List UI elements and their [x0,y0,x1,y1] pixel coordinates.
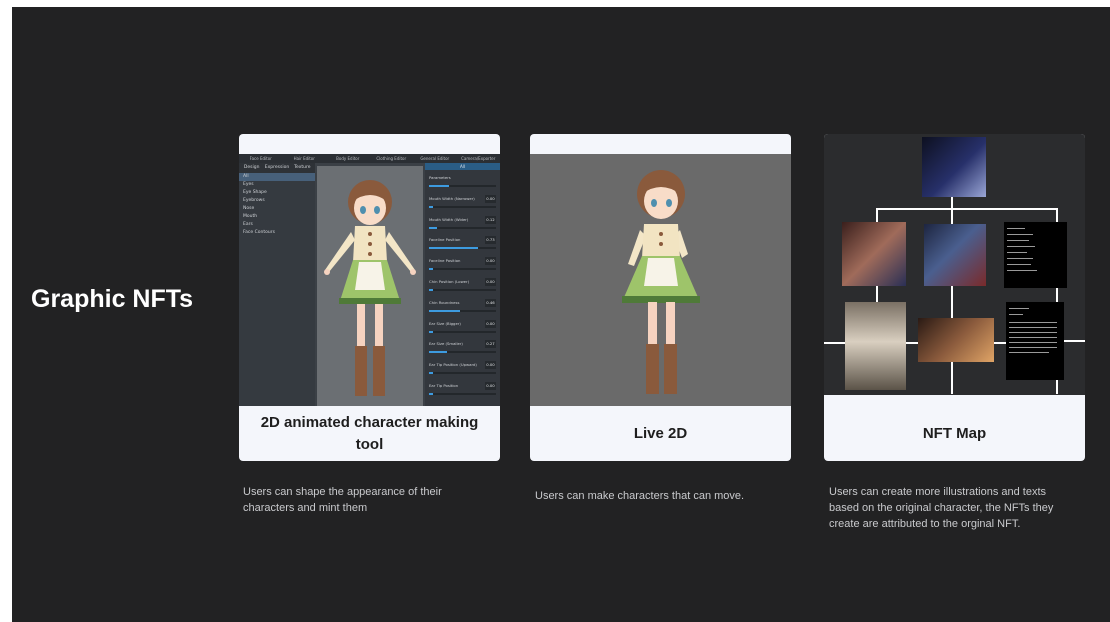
derivative-nft-thumbnail [842,222,906,286]
editor-item-list: All Eyes Eye Shape Eyebrows Nose Mouth Ears Fac… [239,173,315,237]
slider-track [429,247,496,250]
parameter-value: 0.00 [485,257,496,266]
parameter-slider: Parameters [425,170,500,191]
slider-fill [429,185,450,187]
slider-track [429,392,496,395]
parameter-value: 0.27 [485,340,496,349]
editor-list-item: Eyes [243,182,254,187]
parameter-slider: Ear Size (Smaller) 0.27 [425,336,500,357]
card-title: Live 2D [633,424,688,442]
nft-text-card [1006,302,1064,380]
editor-top-tab: Face Editor [249,156,272,161]
slider-track [429,268,496,271]
card-description: Users can make characters that can move. [535,490,745,502]
editor-list-item: Mouth [243,214,258,219]
editor-top-tabs: Face Editor Hair Editor Body Editor Clothin… [239,154,500,163]
slider-fill [429,205,434,208]
parameter-value: 0.00 [485,194,496,203]
editor-top-tab: Clothing Editor [376,156,407,161]
character-editor-screenshot: Face Editor Hair Editor Body Editor Clothin… [239,154,500,406]
editor-top-tab: Camera/Exporter [461,156,496,161]
slider-track [429,351,496,354]
parameter-value: 0.73 [485,236,496,245]
parameter-slider: Mouth Width (Narrower) 0.00 [425,191,500,212]
card-description: Users can shape the appearance of their … [243,486,442,514]
slider-fill [429,226,438,229]
slider-track [429,288,496,291]
editor-parameter-panel: All Parameters Mouth Width (Narrower) 0.00… [425,163,500,406]
parameter-label: Parameters [429,175,451,180]
card-title: 2D animated character making tool [260,413,479,453]
parameter-value: 0.00 [485,277,496,286]
slider-track [429,372,496,375]
editor-left-tab: Design [243,165,260,170]
editor-list-item: Eyebrows [243,198,265,203]
parameter-slider: Mouth Width (Wider) 0.12 [425,212,500,233]
live2d-screenshot [530,154,791,406]
editor-list-item: Face Contours [243,230,275,235]
derivative-nft-thumbnail [924,224,986,286]
editor-top-tab: Hair Editor [293,156,315,161]
card-description: Users can create more illustrations and … [829,486,1054,530]
editor-list-item: All [239,173,315,181]
parameter-slider: Ear Tip Position (Upward) 0.00 [425,357,500,378]
slider-fill [429,351,448,354]
slider-fill [429,392,434,395]
card-live2d[interactable]: Live 2D [530,134,791,461]
card-nft-map[interactable]: NFT Map [824,134,1085,461]
editor-top-tab: Body Editor [336,156,360,161]
editor-viewport [317,166,423,406]
slider-track [429,309,496,312]
slider-fill [429,288,434,291]
editor-top-tab: General Editor [420,156,450,161]
character-illustration [622,170,700,394]
parameter-value: 0.00 [485,381,496,390]
section-title: Graphic NFTs [31,285,194,313]
nft-text-card [1004,222,1067,288]
card-character-tool[interactable]: Face Editor Hair Editor Body Editor Clothin… [239,134,500,461]
slider-track [429,226,496,229]
original-nft-thumbnail [922,137,986,197]
slider-fill [429,309,460,312]
parameter-slider: Ear Size (Bigger) 0.00 [425,316,500,337]
editor-list-item: Eye Shape [243,190,267,195]
parameter-value: 0.00 [485,361,496,370]
editor-left-tab: Texture [294,165,311,170]
nft-map-diagram [824,134,1085,395]
slider-track [429,185,496,187]
editor-list-item: Ears [243,222,253,227]
parameter-slider: Ear Tip Position 0.00 [425,378,500,399]
parameter-value: 0.12 [485,215,496,224]
derivative-nft-thumbnail [845,302,906,390]
parameter-slider: Chin Position (Lower) 0.00 [425,274,500,295]
editor-left-tabs: Design Expression Texture [239,163,315,173]
editor-left-tab: Expression [264,165,290,170]
parameter-value: 0.00 [485,319,496,328]
parameter-value: 0.46 [485,298,496,307]
slider-track [429,330,496,333]
card-title: NFT Map [922,424,987,442]
parameter-panel-header: All [425,163,500,170]
slider-track [429,205,496,208]
editor-list-item: Nose [243,206,255,211]
slider-fill [429,268,434,271]
slider-fill [429,330,434,333]
parameter-slider: Faceline Position 0.73 [425,232,500,253]
editor-left-panel: Design Expression Texture All Eyes Eye Shape… [239,163,315,406]
parameter-slider: Faceline Position 0.00 [425,253,500,274]
slider-fill [429,247,478,250]
slider-fill [429,372,434,375]
derivative-nft-thumbnail [918,318,994,362]
character-tpose-illustration [324,180,416,396]
parameter-list: Parameters Mouth Width (Narrower) 0.00 Mout… [425,170,500,399]
parameter-slider: Chin Roundness 0.46 [425,295,500,316]
